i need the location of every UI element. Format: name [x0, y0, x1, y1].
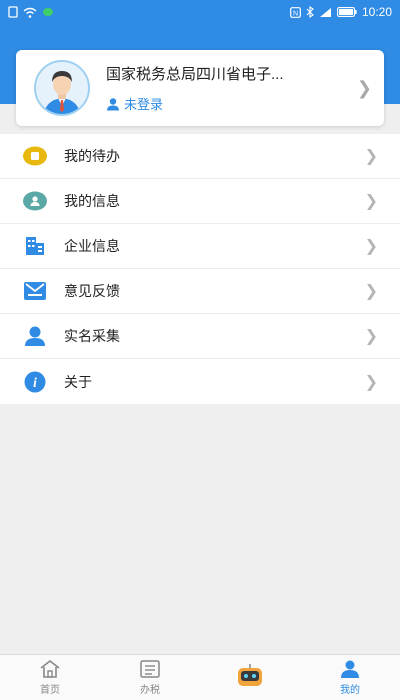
- profile-card[interactable]: 国家税务总局四川省电子... 未登录 ❯: [16, 50, 384, 126]
- tab-robot[interactable]: [200, 655, 300, 700]
- tab-mine[interactable]: 我的: [300, 655, 400, 700]
- chevron-right-icon: ❯: [356, 77, 372, 98]
- chevron-right-icon: ❯: [364, 283, 378, 300]
- profile-icon: [341, 660, 359, 678]
- menu-item-about[interactable]: i 关于 ❯: [0, 359, 400, 404]
- login-status[interactable]: 未登录: [106, 94, 349, 113]
- building-icon: [22, 233, 48, 259]
- tab-tax[interactable]: 办税: [100, 655, 200, 700]
- chevron-right-icon: ❯: [364, 373, 378, 391]
- tax-list-icon: [140, 660, 160, 678]
- home-icon: [40, 659, 60, 678]
- status-bar: N 10:20: [0, 0, 400, 24]
- menu-item-label: 我的待办: [64, 148, 120, 164]
- chevron-right-icon: ❯: [364, 193, 378, 210]
- wifi-icon: [23, 7, 37, 18]
- feedback-icon: [22, 278, 48, 304]
- menu-item-todo[interactable]: 我的待办 ❯: [0, 134, 400, 179]
- svg-text:N: N: [293, 10, 298, 17]
- nfc-icon: N: [290, 6, 301, 18]
- battery-icon: [337, 7, 357, 17]
- sim-icon: [8, 6, 18, 18]
- bluetooth-icon: [306, 6, 314, 18]
- status-right: N 10:20: [290, 5, 392, 19]
- info-icon: i: [22, 369, 48, 395]
- tab-label: 首页: [40, 685, 60, 696]
- menu-item-my-info[interactable]: 我的信息 ❯: [0, 179, 400, 224]
- menu-item-feedback[interactable]: 意见反馈 ❯: [0, 269, 400, 314]
- status-left: [8, 6, 54, 18]
- chevron-right-icon: ❯: [364, 238, 378, 255]
- avatar-man-icon: [44, 71, 80, 114]
- status-time: 10:20: [361, 5, 392, 19]
- tab-label: 办税: [140, 685, 160, 696]
- menu-item-label: 我的信息: [64, 193, 120, 209]
- chevron-right-icon: ❯: [364, 328, 378, 345]
- profile-text: 国家税务总局四川省电子... 未登录: [106, 63, 349, 113]
- menu-item-label: 意见反馈: [64, 283, 120, 299]
- login-status-label: 未登录: [124, 97, 164, 112]
- wechat-icon: [43, 7, 53, 16]
- menu-list: 我的待办 ❯ 我的信息 ❯ 企业信息 ❯ 意见反馈 ❯ 实名采集 ❯ i 关于 …: [0, 134, 400, 404]
- signal-icon: [319, 7, 331, 17]
- tab-home[interactable]: 首页: [0, 655, 100, 700]
- menu-item-label: 企业信息: [64, 238, 120, 254]
- chevron-right-icon: ❯: [364, 148, 378, 165]
- todo-icon: [22, 143, 48, 169]
- menu-item-company-info[interactable]: 企业信息 ❯: [0, 224, 400, 269]
- menu-item-label: 关于: [64, 373, 92, 390]
- robot-icon: [238, 663, 262, 686]
- user-icon: [107, 97, 119, 110]
- tab-label: 我的: [340, 685, 360, 696]
- person-icon: [22, 323, 48, 349]
- org-name: 国家税务总局四川省电子...: [106, 66, 284, 83]
- menu-item-label: 实名采集: [64, 328, 120, 344]
- user-info-icon: [22, 188, 48, 214]
- menu-item-real-name[interactable]: 实名采集 ❯: [0, 314, 400, 359]
- svg-text:i: i: [33, 376, 37, 391]
- bottom-tabbar: 首页 办税 我的: [0, 654, 400, 700]
- avatar: [34, 60, 90, 116]
